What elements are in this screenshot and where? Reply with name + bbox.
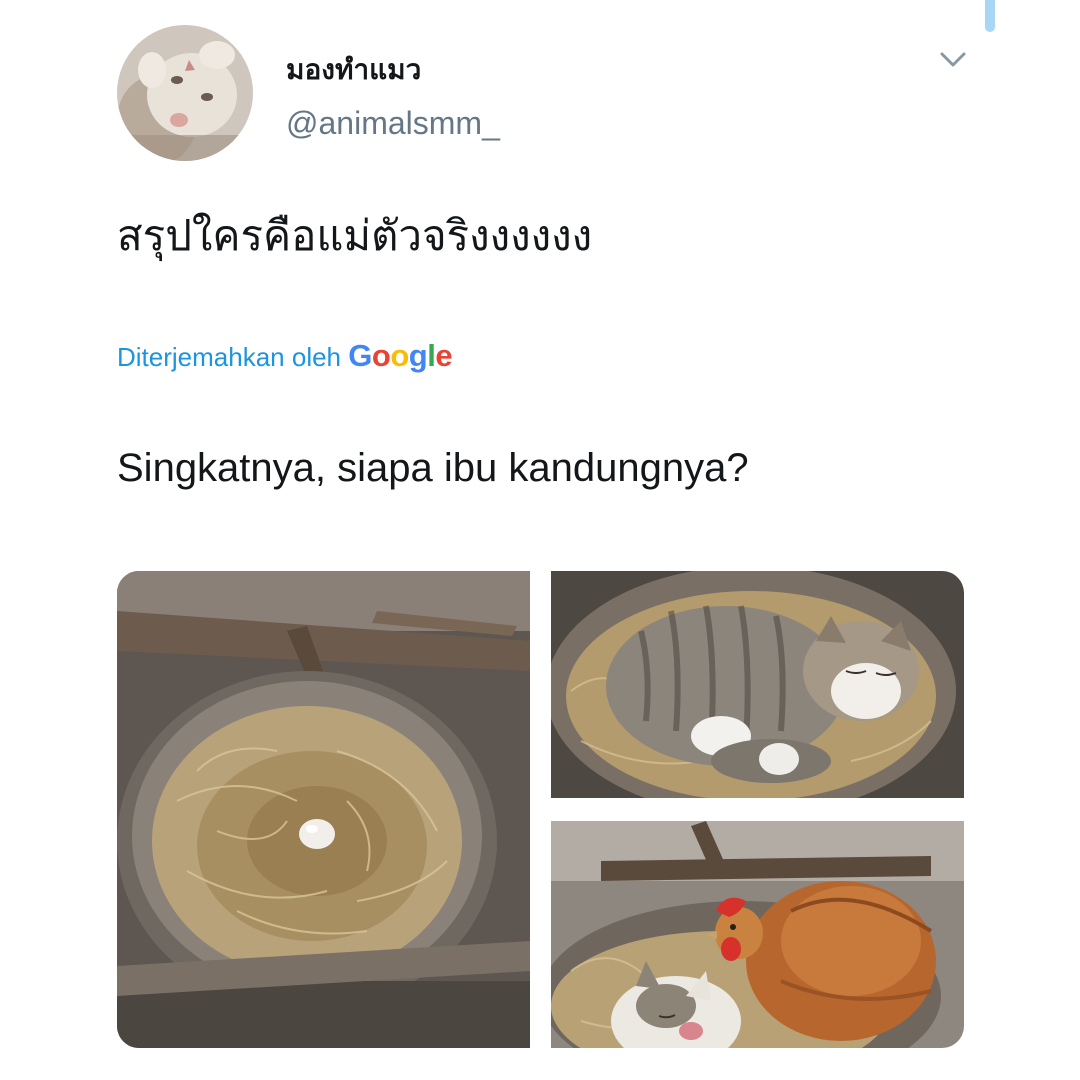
chevron-down-icon[interactable] [938,50,968,70]
tweet-text: สรุปใครคือแม่ตัวจริงงงงงง [117,211,593,260]
user-handle[interactable]: @animalsmm_ [286,103,500,143]
media-grid [117,571,964,1048]
cat-avatar-icon [117,25,253,161]
scroll-indicator [985,0,995,32]
google-logo: Google [348,338,453,373]
translated-by[interactable]: Diterjemahkan oleh Google [117,336,453,377]
photo-egg-in-nest[interactable] [117,571,530,1048]
display-name[interactable]: มองทำแมว [286,50,421,90]
translated-by-label: Diterjemahkan oleh [117,342,342,372]
avatar[interactable] [117,25,253,161]
translated-text: Singkatnya, siapa ibu kandungnya? [117,446,749,490]
photo-hen-and-kitten[interactable] [551,821,964,1048]
photo-cat-in-nest[interactable] [551,571,964,798]
